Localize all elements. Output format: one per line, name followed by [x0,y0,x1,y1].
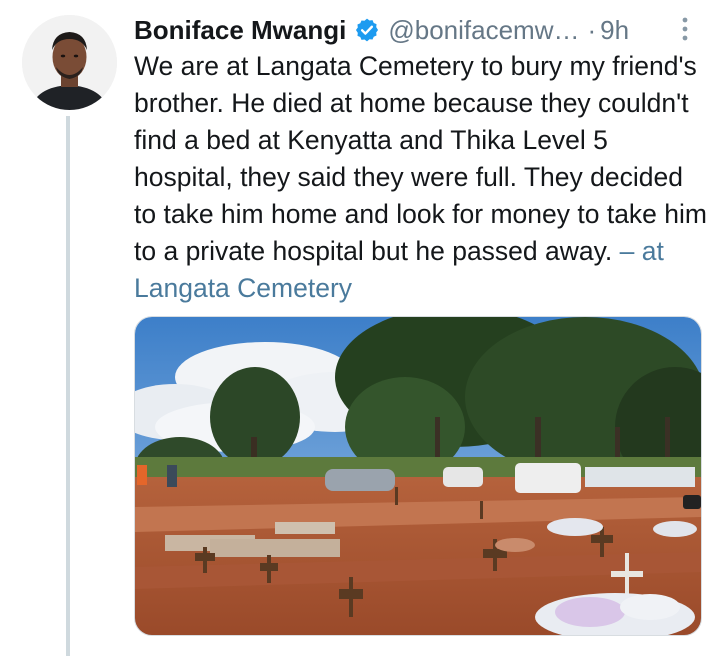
verified-badge-icon [354,17,380,43]
author-handle[interactable]: @bonifacemw… [388,15,579,46]
tweet-text: We are at Langata Cemetery to bury my fr… [134,48,709,307]
cemetery-photo [135,317,701,635]
tweet-header: Boniface Mwangi @bonifacemw… · 9h [134,12,692,48]
separator-dot: · [587,14,597,45]
avatar-image [22,15,117,110]
tweet-photo[interactable] [134,316,702,636]
tweet-timestamp[interactable]: 9h [600,15,629,46]
tweet-body: We are at Langata Cemetery to bury my fr… [134,51,707,266]
avatar[interactable] [22,15,117,110]
thread-line [66,116,70,656]
more-options-icon[interactable] [680,14,690,44]
author-name[interactable]: Boniface Mwangi [134,15,346,46]
